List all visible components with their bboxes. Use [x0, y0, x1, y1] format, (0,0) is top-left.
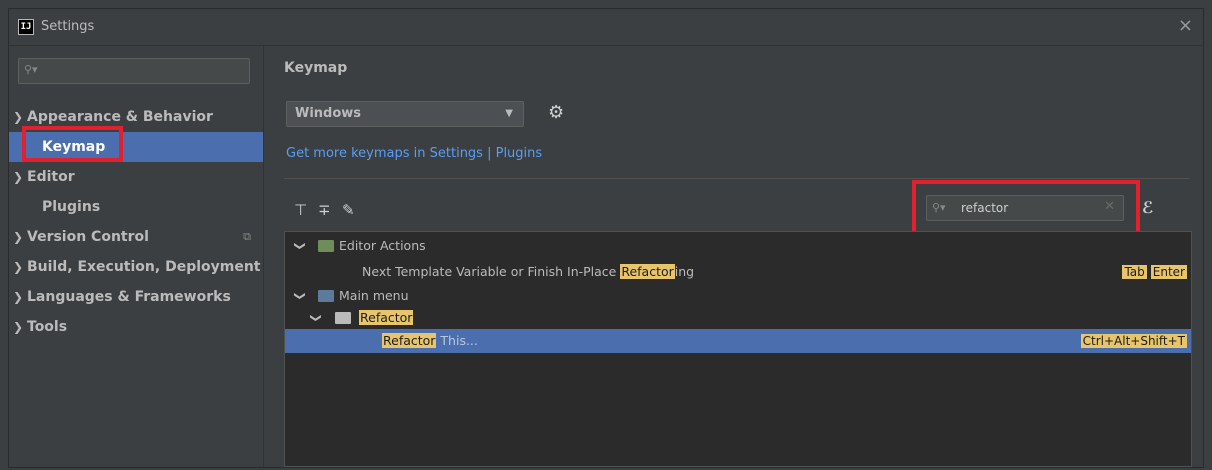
collapse-all-icon[interactable]: ∓	[318, 201, 331, 219]
chevron-right-icon: ❯	[13, 170, 24, 184]
sidebar-item-label: Tools	[27, 319, 68, 335]
edit-pencil-icon[interactable]: ✎	[342, 201, 355, 219]
chevron-right-icon: ❯	[13, 290, 24, 304]
sidebar-item-plugins[interactable]: Plugins	[9, 192, 263, 222]
title-bar: IJ Settings ×	[9, 9, 1203, 46]
settings-dialog: IJ Settings × ⚲▾ ❯ Appearance & Behavior…	[8, 8, 1204, 468]
dropdown-value: Windows	[295, 106, 362, 121]
divider	[284, 178, 1189, 179]
find-by-shortcut-icon[interactable]: ℰ	[1142, 198, 1154, 217]
sidebar-item-label: Languages & Frameworks	[27, 289, 231, 305]
get-more-keymaps-link[interactable]: Get more keymaps in Settings | Plugins	[286, 146, 542, 161]
chevron-right-icon: ❯	[13, 230, 24, 244]
chevron-down-icon: ❯	[293, 241, 307, 251]
search-icon: ⚲▾	[24, 63, 38, 76]
action-next-template-variable[interactable]: Next Template Variable or Finish In-Plac…	[285, 260, 1191, 284]
keymap-highlight-annotation	[22, 126, 123, 162]
action-label: Next Template Variable or Finish In-Plac…	[362, 260, 694, 284]
tree-node-label: Editor Actions	[339, 238, 426, 253]
shortcut-tab: Tab	[1122, 265, 1147, 279]
project-settings-icon: ⧉	[243, 230, 251, 243]
action-label: Refactor This...	[382, 329, 478, 353]
sidebar-item-languages[interactable]: ❯ Languages & Frameworks	[9, 282, 263, 312]
shortcut-ctrl-alt-shift-t: Ctrl+Alt+Shift+T	[1080, 334, 1187, 348]
sidebar-item-label: Build, Execution, Deployment	[27, 259, 261, 275]
intellij-logo-icon: IJ	[18, 19, 34, 35]
shortcut-list: Ctrl+Alt+Shift+T	[1077, 329, 1187, 353]
search-match-highlight: Refactor	[382, 333, 437, 348]
keymap-scheme-dropdown[interactable]: Windows ▼	[286, 101, 524, 127]
sidebar-item-build[interactable]: ❯ Build, Execution, Deployment	[9, 252, 263, 282]
sidebar-item-tools[interactable]: ❯ Tools	[9, 312, 263, 342]
keymap-panel: Keymap Windows ▼ ⚙ Get more keymaps in S…	[264, 46, 1203, 467]
menu-folder-icon	[318, 290, 334, 302]
sidebar-item-editor[interactable]: ❯ Editor	[9, 162, 263, 192]
tree-node-label: Refactor	[359, 306, 414, 330]
chevron-right-icon: ❯	[13, 320, 24, 334]
chevron-down-icon: ❯	[309, 313, 323, 323]
search-match-highlight: Refactor	[359, 310, 414, 325]
sidebar-item-label: Version Control	[27, 229, 149, 245]
shortcut-enter: Enter	[1150, 265, 1187, 279]
tree-node-main-menu[interactable]: ❯ Main menu	[285, 284, 1191, 308]
window-title: Settings	[41, 19, 95, 34]
close-icon[interactable]: ×	[1178, 15, 1193, 36]
settings-search-input[interactable]: ⚲▾	[18, 58, 250, 84]
page-title: Keymap	[284, 60, 348, 76]
sidebar-item-label: Appearance & Behavior	[27, 109, 213, 125]
sidebar-item-label: Editor	[27, 169, 75, 185]
sidebar-item-version-control[interactable]: ❯ Version Control ⧉	[9, 222, 263, 252]
search-match-highlight: Refactor	[620, 264, 675, 279]
settings-sidebar: ⚲▾ ❯ Appearance & Behavior Keymap ❯ Edit…	[9, 46, 264, 467]
actions-tree: ❯ Editor Actions Next Template Variable …	[284, 231, 1192, 467]
shortcut-list: Tab Enter	[1118, 260, 1187, 284]
tree-node-label: Main menu	[339, 288, 409, 303]
action-refactor-this[interactable]: Refactor This... Ctrl+Alt+Shift+T	[285, 329, 1191, 353]
action-label-suffix: ing	[674, 264, 695, 279]
gear-icon[interactable]: ⚙	[548, 102, 564, 123]
editor-actions-icon	[318, 240, 334, 252]
action-label-suffix: This...	[436, 333, 478, 348]
search-highlight-annotation	[912, 180, 1140, 238]
tree-node-editor-actions[interactable]: ❯ Editor Actions	[285, 234, 1191, 258]
chevron-down-icon: ▼	[505, 108, 513, 119]
chevron-right-icon: ❯	[13, 260, 24, 274]
expand-all-icon[interactable]: ⊤	[294, 201, 307, 219]
action-label-prefix: Next Template Variable or Finish In-Plac…	[362, 264, 621, 279]
tree-node-refactor-folder[interactable]: ❯ Refactor	[285, 306, 1191, 330]
folder-icon	[335, 312, 351, 324]
sidebar-item-label: Plugins	[42, 199, 101, 215]
chevron-down-icon: ❯	[293, 291, 307, 301]
